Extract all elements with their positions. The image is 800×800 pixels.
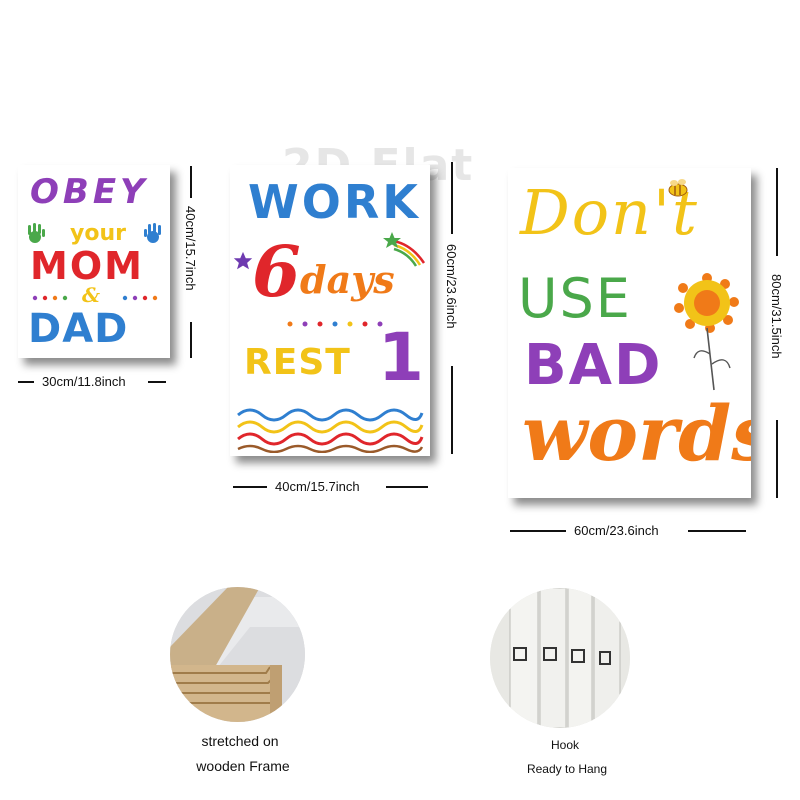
poster-obey-your-mom-and-dad: OBEY your MOM & DAD <box>18 165 170 358</box>
bee-icon <box>668 179 688 197</box>
poster-text-mom: MOM <box>30 244 144 288</box>
poster-text-rest: REST <box>244 342 351 383</box>
height-line-top <box>451 162 453 234</box>
poster-dont-use-bad-words: Don't USE BAD words <box>508 168 751 498</box>
poster-small-height-label: 40cm/15.7inch <box>183 206 198 291</box>
poster-text-bad: BAD <box>524 333 663 398</box>
height-line-bottom <box>190 322 192 358</box>
width-line-left <box>233 486 267 488</box>
poster-text-your: your <box>70 221 126 246</box>
height-line-top <box>776 168 778 256</box>
poster-text-days: days <box>300 257 395 302</box>
poster-text-1: 1 <box>378 319 424 396</box>
width-line-right <box>386 486 428 488</box>
hook-caption-line-1: Hook <box>550 738 579 752</box>
height-line-bottom <box>451 366 453 454</box>
height-line-top <box>190 166 192 198</box>
width-line-left <box>18 381 34 383</box>
poster-medium-height-label: 60cm/23.6inch <box>444 244 459 329</box>
width-line-left <box>510 530 566 532</box>
frame-caption-line-2: wooden Frame <box>196 758 290 774</box>
poster-large-width-label: 60cm/23.6inch <box>574 523 659 538</box>
height-line-bottom <box>776 420 778 498</box>
poster-work-6-days-rest-1: WORK 6 days REST 1 <box>230 165 430 456</box>
poster-text-work: WORK <box>248 175 421 229</box>
wooden-frame-detail-photo <box>170 587 305 722</box>
poster-small-width-label: 30cm/11.8inch <box>42 374 126 389</box>
hook-caption-line-2: Ready to Hang <box>526 762 608 776</box>
poster-text-obey: OBEY <box>30 172 149 212</box>
poster-text-6: 6 <box>252 230 301 313</box>
poster-text-ampersand: & <box>82 283 101 307</box>
width-line-right <box>148 381 166 383</box>
poster-text-dad: DAD <box>28 306 129 352</box>
wavy-lines <box>237 408 424 453</box>
poster-medium-width-label: 40cm/15.7inch <box>275 479 360 494</box>
poster-text-use: USE <box>518 267 632 330</box>
purple-star-icon <box>233 251 253 270</box>
hook-detail-photo <box>490 588 630 728</box>
frame-caption-line-1: stretched on <box>201 733 279 749</box>
poster-large-height-label: 80cm/31.5inch <box>769 274 784 359</box>
poster-text-words: words <box>522 389 751 478</box>
width-line-right <box>688 530 746 532</box>
sunflower-icon <box>674 273 739 391</box>
